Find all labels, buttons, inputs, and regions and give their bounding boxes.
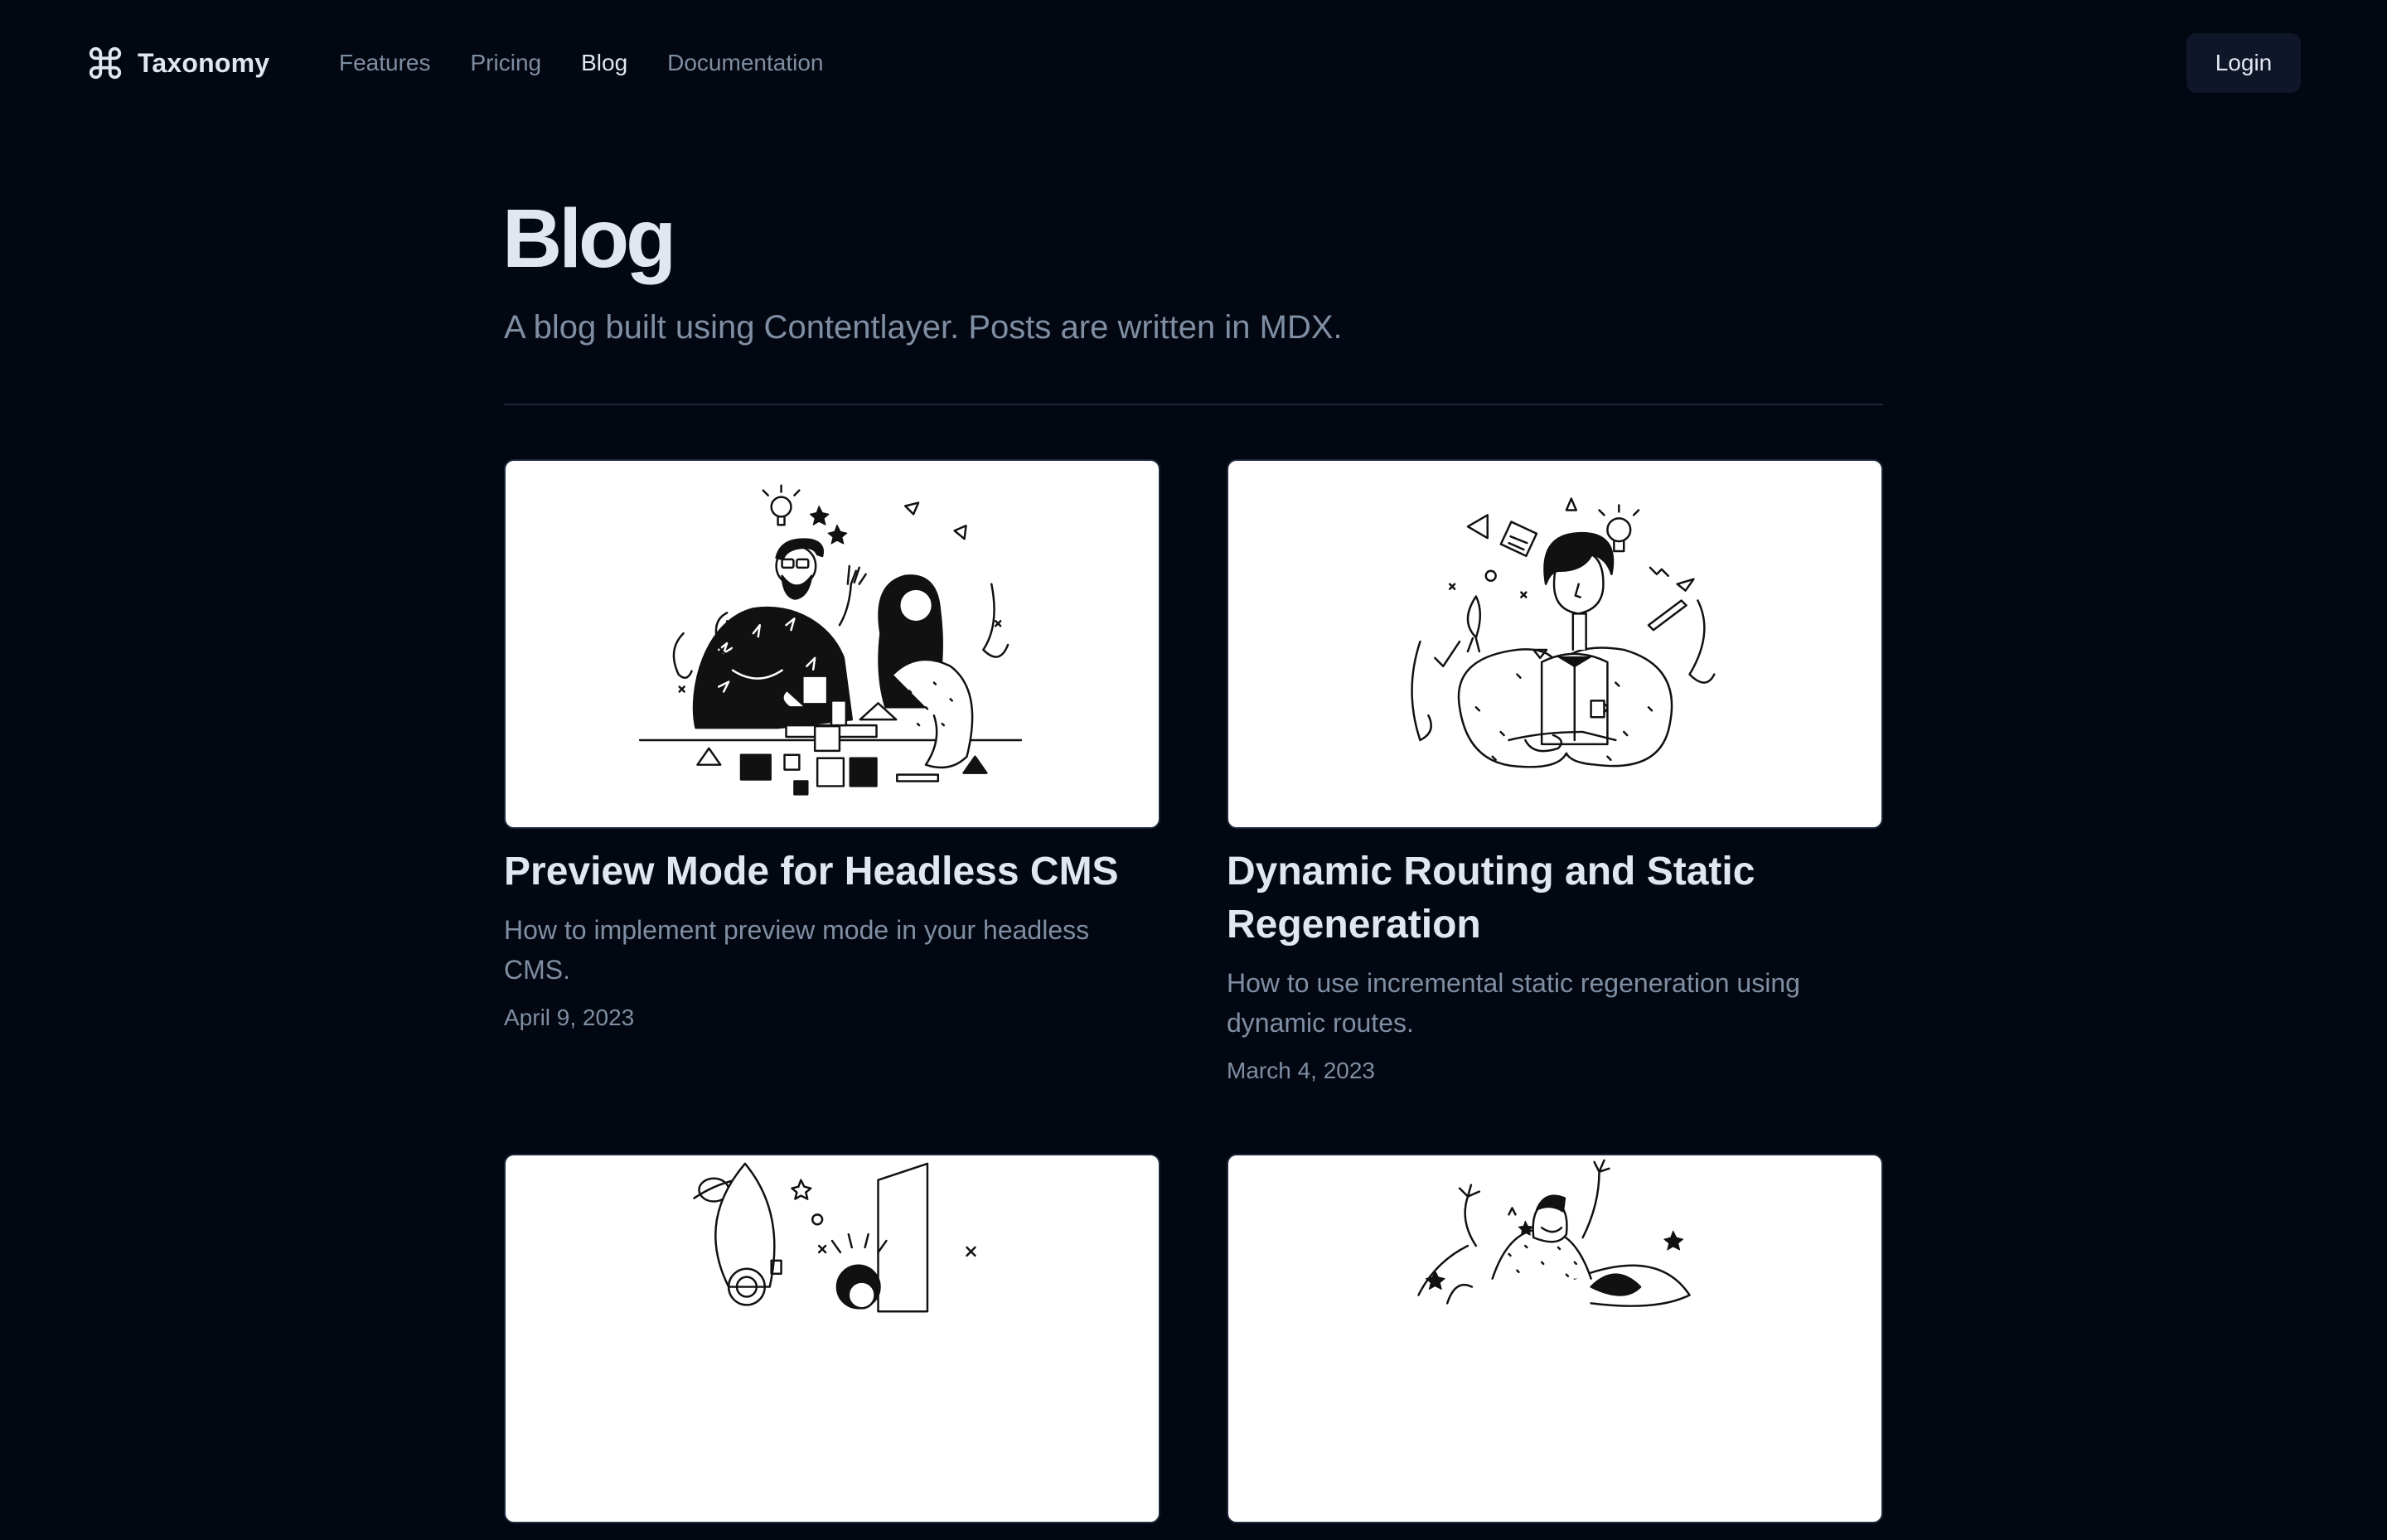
brand-name: Taxonomy (138, 47, 270, 78)
post-date: March 4, 2023 (1227, 1058, 1375, 1083)
post-card[interactable]: Preview Mode for Headless CMS How to imp… (504, 459, 1160, 1034)
post-excerpt: How to use incremental static regenerati… (1227, 968, 1800, 1038)
rocket-illustration (693, 1162, 976, 1313)
brand-link[interactable]: Taxonomy (86, 45, 269, 81)
divider (504, 404, 1883, 405)
page-subtitle: A blog built using Contentlayer. Posts a… (504, 309, 1343, 346)
post-card[interactable] (504, 1154, 1160, 1540)
collaboration-illustration (638, 484, 1023, 796)
post-title[interactable]: Preview Mode for Headless CMS (504, 845, 1160, 898)
developer-illustration (1411, 497, 1716, 768)
page-title: Blog (502, 192, 676, 285)
main-nav: Features Pricing Blog Documentation (339, 46, 863, 80)
post-cover-image[interactable] (1227, 1154, 1883, 1523)
post-card[interactable] (1227, 1154, 1883, 1540)
post-card[interactable]: Dynamic Routing and Static Regeneration … (1227, 459, 1883, 1087)
nav-link-features[interactable]: Features (339, 50, 431, 76)
post-title[interactable]: Dynamic Routing and Static Regeneration (1227, 845, 1883, 952)
nav-link-documentation[interactable]: Documentation (667, 50, 823, 76)
site-header: Taxonomy Features Pricing Blog Documenta… (0, 0, 2387, 124)
post-excerpt: How to implement preview mode in your he… (504, 915, 1090, 985)
celebration-illustration (1417, 1159, 1691, 1307)
post-cover-image[interactable] (1227, 459, 1883, 829)
nav-link-blog[interactable]: Blog (581, 50, 627, 76)
post-cover-image[interactable] (504, 459, 1160, 829)
login-button[interactable]: Login (2186, 33, 2301, 93)
post-date: April 9, 2023 (504, 1005, 635, 1030)
post-cover-image[interactable] (504, 1154, 1160, 1523)
command-icon (89, 46, 122, 80)
nav-link-pricing[interactable]: Pricing (471, 50, 542, 76)
